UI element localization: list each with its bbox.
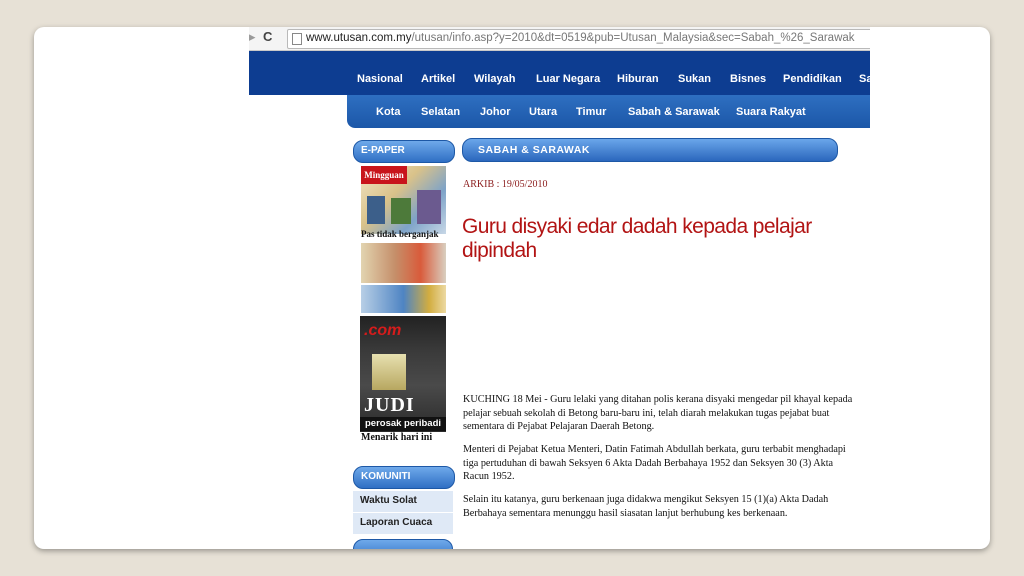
komuniti-waktu-solat[interactable]: Waktu Solat [353,491,453,513]
browser-toolbar: ▸ C www.utusan.com.my/utusan/info.asp?y=… [249,27,870,51]
secondary-nav: Kota Selatan Johor Utara Timur Sabah & S… [347,95,870,128]
subnav-kota[interactable]: Kota [376,106,400,118]
archive-date: ARKIB : 19/05/2010 [463,179,548,190]
section-heading: SABAH & SARAWAK [462,138,838,162]
nav-more[interactable]: Sa [859,73,870,85]
nav-nasional[interactable]: Nasional [357,73,403,85]
epaper-mingguan-thumbnail[interactable]: Mingguan [361,166,446,234]
cover-photo [417,190,441,224]
nav-bisnes[interactable]: Bisnes [730,73,766,85]
nav-hiburan[interactable]: Hiburan [617,73,659,85]
browser-screenshot: ▸ C www.utusan.com.my/utusan/info.asp?y=… [249,27,870,549]
komuniti-heading: KOMUNITI [353,466,455,489]
epaper-heading: E-PAPER [353,140,455,163]
subnav-sabah-sarawak[interactable]: Sabah & Sarawak [628,106,720,118]
nav-sukan[interactable]: Sukan [678,73,711,85]
subnav-utara[interactable]: Utara [529,106,557,118]
nav-luar-negara[interactable]: Luar Negara [536,73,600,85]
mingguan-masthead: Mingguan [361,166,407,184]
judi-title: JUDI [364,394,415,416]
nav-artikel[interactable]: Artikel [421,73,455,85]
subnav-selatan[interactable]: Selatan [421,106,460,118]
article-paragraph: Selain itu katanya, guru berkenaan juga … [463,494,829,519]
cover-photo [391,198,411,224]
article-paragraph: Menteri di Pejabat Ketua Menteri, Datin … [463,444,846,482]
slot-machine-image [372,354,406,390]
primary-nav: Nasional Artikel Wilayah Luar Negara Hib… [249,51,870,95]
epaper-thumbnail[interactable] [361,243,446,283]
next-section-heading [353,539,453,549]
judi-banner[interactable]: .com JUDI perosak peribadi [360,316,446,432]
judi-subtitle: perosak peribadi [360,417,446,431]
address-bar[interactable]: www.utusan.com.my/utusan/info.asp?y=2010… [287,29,870,49]
nav-pendidikan[interactable]: Pendidikan [783,73,842,85]
next-heading-bar [353,539,453,549]
back-arrow-icon[interactable]: ▸ [249,29,256,45]
subnav-johor[interactable]: Johor [480,106,511,118]
epaper-thumbnail[interactable] [361,285,446,313]
epaper-caption: Pas tidak berganjak [361,229,439,239]
menarik-hari-ini[interactable]: Menarik hari ini [361,432,432,443]
com-logo: .com [364,322,402,339]
url-text: www.utusan.com.my/utusan/info.asp?y=2010… [306,32,855,44]
subnav-suara-rakyat[interactable]: Suara Rakyat [736,106,806,118]
komuniti-laporan-cuaca[interactable]: Laporan Cuaca [353,513,453,535]
article-paragraph: KUCHING 18 Mei - Guru lelaki yang ditaha… [463,394,853,432]
page-icon [292,33,302,45]
cover-photo [367,196,385,224]
article-headline: Guru disyaki edar dadah kepada pelajar d… [462,215,812,262]
nav-wilayah[interactable]: Wilayah [474,73,515,85]
subnav-timur[interactable]: Timur [576,106,606,118]
reload-icon[interactable]: C [263,29,272,44]
